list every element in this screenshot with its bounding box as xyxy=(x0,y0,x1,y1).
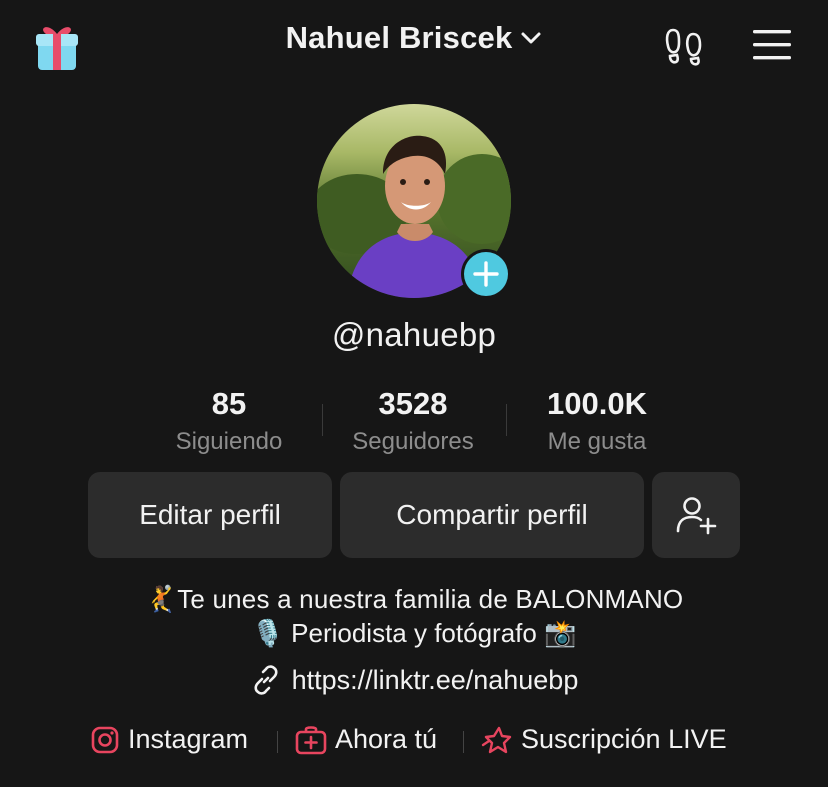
link-icon xyxy=(254,665,278,695)
bio-line-2: 🎙️ Periodista y fotógrafo 📸 xyxy=(0,618,828,649)
plus-badge xyxy=(464,252,508,296)
bio-link-text: https://linktr.ee/nahuebp xyxy=(291,664,579,695)
chevron-down-icon xyxy=(521,32,541,44)
bio-line-1: 🤾Te unes a nuestra familia de BALONMANO xyxy=(0,584,828,615)
microphone-emoji: 🎙️ xyxy=(251,618,284,648)
stat-following-value: 85 xyxy=(211,386,247,421)
stat-followers[interactable]: 3528 Seguidores xyxy=(321,386,505,456)
stat-likes-value: 100.0K xyxy=(547,386,647,421)
add-user-icon xyxy=(676,497,717,535)
stat-followers-value: 3528 xyxy=(378,386,448,421)
stat-following[interactable]: 85 Siguiendo xyxy=(137,386,321,456)
edit-profile-label: Editar perfil xyxy=(139,499,281,530)
share-profile-button[interactable]: Compartir perfil xyxy=(340,472,644,558)
bio-line-1-text: Te unes a nuestra familia de BALONMANO xyxy=(177,584,684,614)
instagram-label: Instagram xyxy=(128,724,249,754)
footprints-icon[interactable] xyxy=(664,26,706,66)
social-divider xyxy=(463,731,464,753)
stat-likes-label: Me gusta xyxy=(547,428,647,455)
ahora-tu-link[interactable]: Ahora tú xyxy=(295,724,437,755)
social-divider xyxy=(277,731,278,753)
stat-followers-label: Seguidores xyxy=(352,428,474,455)
edit-profile-button[interactable]: Editar perfil xyxy=(88,472,332,558)
bio-link[interactable]: https://linktr.ee/nahuebp xyxy=(0,664,828,696)
ahora-tu-label: Ahora tú xyxy=(335,724,438,754)
camera-emoji: 📸 xyxy=(544,618,577,648)
share-profile-label: Compartir perfil xyxy=(396,499,588,530)
stat-likes[interactable]: 100.0K Me gusta xyxy=(505,386,689,456)
instagram-link[interactable]: Instagram xyxy=(90,724,248,755)
live-subscription-label: Suscripción LIVE xyxy=(521,724,727,754)
menu-icon[interactable] xyxy=(751,28,793,62)
stat-following-label: Siguiendo xyxy=(175,428,283,455)
add-friend-button[interactable] xyxy=(652,472,740,558)
plus-icon xyxy=(473,261,499,287)
handball-emoji: 🤾 xyxy=(144,584,178,614)
profile-title: Nahuel Briscek xyxy=(285,20,513,55)
profile-handle: @nahuebp xyxy=(331,316,497,353)
live-star-icon xyxy=(481,726,512,753)
instagram-icon xyxy=(91,726,119,753)
bio-line-2-text: Periodista y fotógrafo xyxy=(283,618,545,648)
live-subscription-link[interactable]: Suscripción LIVE xyxy=(481,724,727,755)
ahora-tu-icon xyxy=(295,725,327,754)
add-story-button[interactable] xyxy=(461,249,511,299)
